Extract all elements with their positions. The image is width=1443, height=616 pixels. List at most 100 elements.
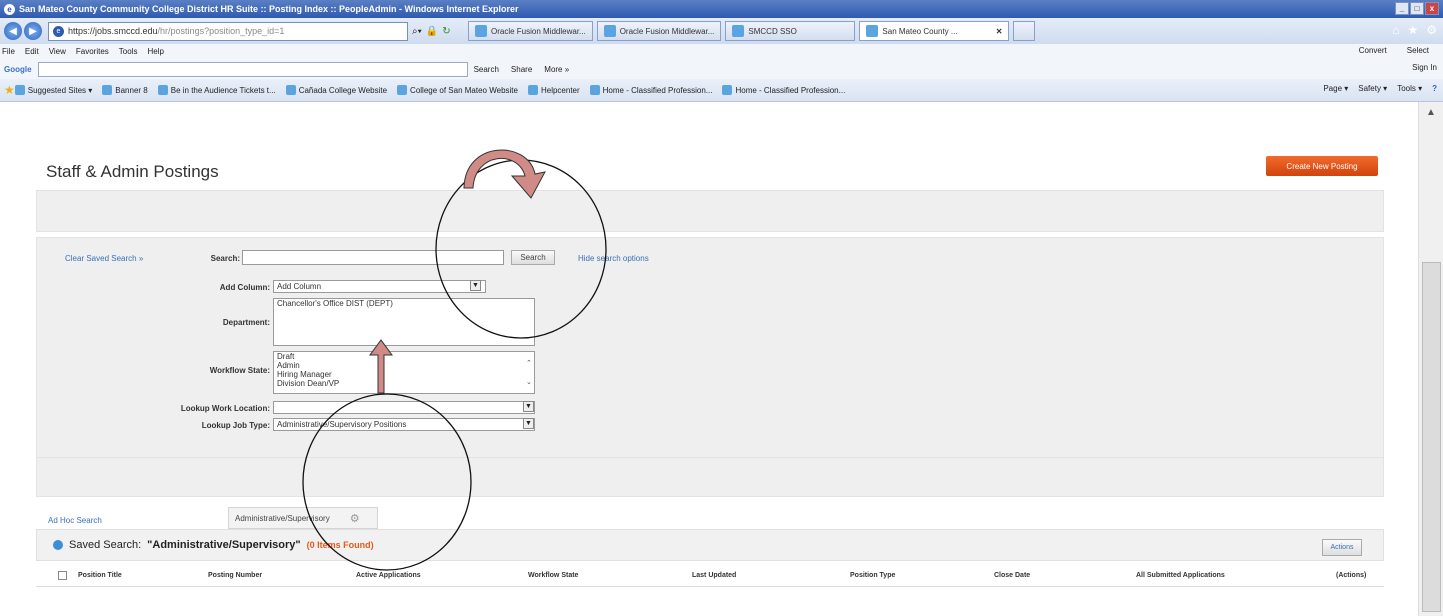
search-input[interactable] bbox=[242, 250, 504, 265]
department-option[interactable]: Chancellor's Office DIST (DEPT) bbox=[277, 299, 534, 308]
fav-icon bbox=[157, 85, 168, 95]
add-column-select[interactable]: Add Column bbox=[273, 280, 486, 293]
chevron-down-icon[interactable]: ▼ bbox=[523, 418, 534, 429]
address-field[interactable]: e https://jobs.smccd.edu/hr/postings?pos… bbox=[48, 21, 408, 41]
favorite-link[interactable]: College of San Mateo Website bbox=[397, 85, 518, 95]
actions-button[interactable]: Actions bbox=[1322, 539, 1362, 556]
work-location-select[interactable] bbox=[273, 401, 535, 414]
convert-button[interactable]: Convert bbox=[1359, 46, 1387, 55]
tab-label: SMCCD SSO bbox=[748, 26, 797, 36]
close-button[interactable]: x bbox=[1425, 2, 1439, 15]
favorite-link[interactable]: Home - Classified Profession... bbox=[589, 85, 713, 95]
select-all-checkbox[interactable] bbox=[58, 571, 67, 580]
favorite-link[interactable]: Cañada College Website bbox=[285, 85, 387, 95]
help-icon[interactable]: ? bbox=[1432, 84, 1437, 93]
new-tab-button[interactable] bbox=[1013, 21, 1036, 41]
google-more-button[interactable]: More » bbox=[544, 65, 569, 74]
column-header[interactable]: Active Applications bbox=[356, 572, 421, 579]
refresh-icon[interactable]: ↻ bbox=[442, 26, 450, 37]
tab-saved-search[interactable]: Administrative/Supervisory ⚙ bbox=[228, 507, 378, 529]
address-prefix: https:// bbox=[68, 26, 96, 36]
favorites-icon[interactable]: ★ bbox=[1407, 23, 1418, 37]
favorite-label: Home - Classified Profession... bbox=[735, 85, 846, 95]
job-type-select[interactable]: Administrative/Supervisory Positions bbox=[273, 418, 535, 431]
favorite-link[interactable]: Banner 8 bbox=[102, 85, 148, 95]
workflow-option[interactable]: Hiring Manager bbox=[277, 370, 534, 379]
hide-search-options-link[interactable]: Hide search options bbox=[578, 254, 649, 263]
home-icons: ⌂ ★ ⚙ bbox=[1392, 23, 1437, 37]
forward-icon[interactable]: ▶ bbox=[24, 22, 42, 40]
window-controls: _ □ x bbox=[1395, 2, 1439, 15]
column-header[interactable]: Workflow State bbox=[528, 572, 578, 579]
menu-tools[interactable]: Tools bbox=[119, 47, 138, 56]
google-share-button[interactable]: Share bbox=[511, 65, 532, 74]
department-listbox[interactable]: Chancellor's Office DIST (DEPT) bbox=[273, 298, 535, 346]
maximize-button[interactable]: □ bbox=[1410, 2, 1424, 15]
safety-menu[interactable]: Safety ▾ bbox=[1358, 84, 1387, 93]
vertical-scrollbar[interactable]: ▲ bbox=[1418, 102, 1443, 616]
workflow-option[interactable]: Admin bbox=[277, 361, 534, 370]
column-header[interactable]: Position Title bbox=[78, 572, 122, 579]
workflow-option[interactable]: Division Dean/VP bbox=[277, 379, 534, 388]
settings-icon[interactable]: ⚙ bbox=[1426, 23, 1437, 37]
scroll-up-icon[interactable]: ⌃ bbox=[526, 359, 532, 367]
select-button[interactable]: Select bbox=[1407, 46, 1429, 55]
menu-edit[interactable]: Edit bbox=[25, 47, 39, 56]
page-menu[interactable]: Page ▾ bbox=[1323, 84, 1348, 93]
column-header[interactable]: Position Type bbox=[850, 572, 895, 579]
table-header: Position Title Posting Number Active App… bbox=[36, 565, 1384, 587]
browser-tab[interactable]: Oracle Fusion Middlewar... bbox=[596, 21, 722, 41]
fav-icon bbox=[527, 85, 538, 95]
browser-tab-active[interactable]: San Mateo County ... ✕ bbox=[859, 21, 1010, 41]
tools-menu[interactable]: Tools ▾ bbox=[1397, 84, 1422, 93]
saved-search-prefix: Saved Search: bbox=[69, 539, 142, 551]
favorites-star-icon[interactable]: ★ bbox=[4, 83, 15, 97]
menu-favorites[interactable]: Favorites bbox=[76, 47, 109, 56]
gear-icon[interactable]: ⚙ bbox=[350, 512, 360, 525]
saved-search-name: "Administrative/Supervisory" bbox=[147, 539, 301, 551]
column-header[interactable]: Last Updated bbox=[692, 572, 736, 579]
lock-icon[interactable]: 🔒 bbox=[426, 26, 438, 37]
google-search-button[interactable]: Search bbox=[474, 65, 499, 74]
favorite-label: Home - Classified Profession... bbox=[602, 85, 713, 95]
ie-logo-icon: e bbox=[4, 3, 15, 15]
menu-help[interactable]: Help bbox=[147, 47, 163, 56]
back-icon[interactable]: ◀ bbox=[4, 22, 22, 40]
address-path: /hr/postings?position_type_id=1 bbox=[157, 26, 285, 36]
column-header[interactable]: (Actions) bbox=[1336, 572, 1366, 579]
favorite-link[interactable]: Suggested Sites ▾ bbox=[14, 85, 92, 95]
window-titlebar: e San Mateo County Community College Dis… bbox=[0, 0, 1443, 18]
scrollbar-thumb[interactable] bbox=[1422, 262, 1441, 612]
workflow-state-listbox[interactable]: Draft Admin Hiring Manager Division Dean… bbox=[273, 351, 535, 394]
address-domain: jobs.smccd.edu bbox=[95, 26, 158, 36]
sign-in-link[interactable]: Sign In bbox=[1412, 63, 1437, 72]
close-tab-icon[interactable]: ✕ bbox=[996, 27, 1003, 36]
scroll-down-icon[interactable]: ⌄ bbox=[526, 378, 532, 386]
search-panel bbox=[36, 237, 1384, 477]
google-search-input[interactable] bbox=[37, 61, 468, 77]
workflow-option[interactable]: Draft bbox=[277, 352, 534, 361]
column-header[interactable]: Posting Number bbox=[208, 572, 262, 579]
create-new-posting-button[interactable]: Create New Posting bbox=[1266, 156, 1378, 176]
browser-tab[interactable]: Oracle Fusion Middlewar... bbox=[468, 21, 593, 41]
column-header[interactable]: Close Date bbox=[994, 572, 1030, 579]
home-icon[interactable]: ⌂ bbox=[1392, 23, 1399, 37]
chevron-down-icon[interactable]: ▼ bbox=[523, 401, 534, 412]
column-header[interactable]: All Submitted Applications bbox=[1136, 572, 1225, 579]
favorite-label: Banner 8 bbox=[115, 85, 148, 95]
tab-ad-hoc-search[interactable]: Ad Hoc Search bbox=[48, 516, 102, 525]
search-button[interactable]: Search bbox=[511, 250, 555, 265]
department-label: Department: bbox=[222, 318, 270, 327]
menu-view[interactable]: View bbox=[49, 47, 66, 56]
favorite-link[interactable]: Helpcenter bbox=[527, 85, 580, 95]
info-bar bbox=[36, 190, 1384, 232]
favorite-link[interactable]: Home - Classified Profession... bbox=[722, 85, 845, 95]
search-dropdown-icon[interactable]: ⌕▾ bbox=[412, 26, 422, 37]
clear-saved-search-link[interactable]: Clear Saved Search » bbox=[65, 254, 143, 263]
chevron-down-icon[interactable]: ▼ bbox=[470, 280, 481, 291]
scroll-up-arrow-icon[interactable]: ▲ bbox=[1426, 107, 1436, 118]
favorite-link[interactable]: Be in the Audience Tickets t... bbox=[157, 85, 276, 95]
minimize-button[interactable]: _ bbox=[1395, 2, 1409, 15]
browser-tab[interactable]: SMCCD SSO bbox=[725, 21, 856, 41]
menu-file[interactable]: File bbox=[2, 47, 15, 56]
